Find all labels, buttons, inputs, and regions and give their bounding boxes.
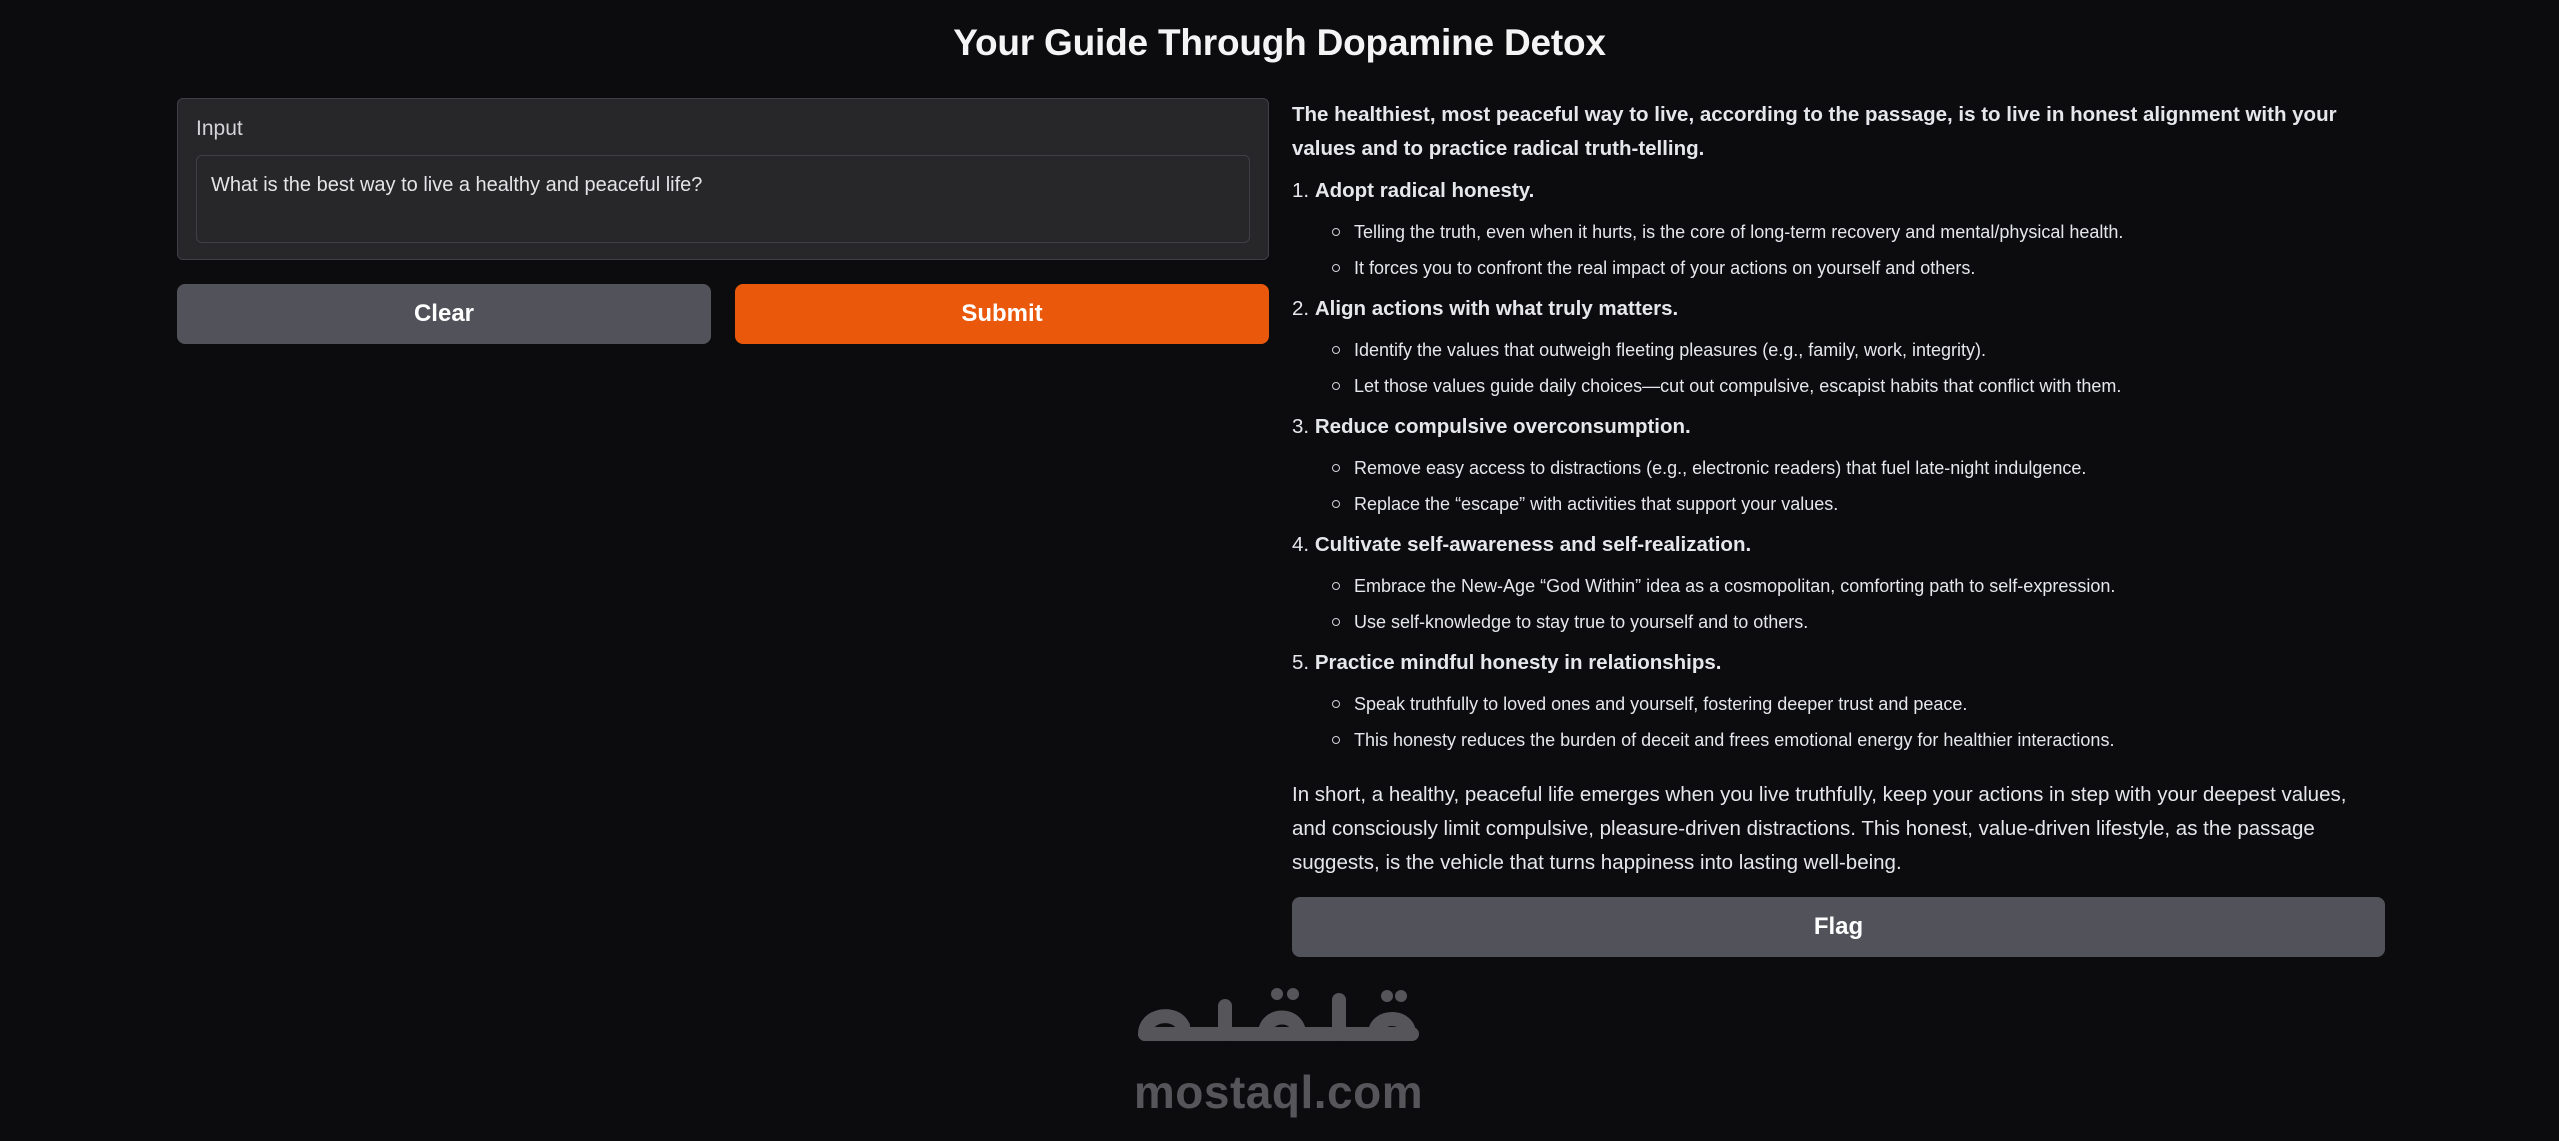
submit-button[interactable]: Submit	[735, 284, 1269, 344]
answer-step: 5. Practice mindful honesty in relations…	[1292, 646, 2384, 758]
answer-step: 4. Cultivate self-awareness and self-rea…	[1292, 528, 2384, 640]
clear-button[interactable]: Clear	[177, 284, 711, 344]
step-bullet-list: Identify the values that outweigh fleeti…	[1332, 332, 2384, 404]
answer-steps: 1. Adopt radical honesty. Telling the tru…	[1292, 174, 2384, 758]
answer-step: 2. Align actions with what truly matters…	[1292, 292, 2384, 404]
input-panel: Input What is the best way to live a hea…	[177, 98, 1269, 260]
answer-intro: The healthiest, most peaceful way to liv…	[1292, 103, 2337, 160]
step-title: Adopt radical honesty.	[1314, 179, 1535, 202]
step-title: Practice mindful honesty in relationship…	[1314, 651, 1722, 674]
flag-button[interactable]: Flag	[1292, 897, 2385, 957]
step-bullet: Replace the “escape” with activities tha…	[1332, 486, 2384, 522]
page-title: Your Guide Through Dopamine Detox	[953, 22, 1606, 63]
answer-output: The healthiest, most peaceful way to liv…	[1292, 98, 2384, 880]
input-label: Input	[196, 117, 243, 140]
answer-step: 1. Adopt radical honesty. Telling the tru…	[1292, 174, 2384, 286]
step-number: 5.	[1292, 651, 1310, 674]
step-bullet: Let those values guide daily choices—cut…	[1332, 368, 2384, 404]
step-bullet: Remove easy access to distractions (e.g.…	[1332, 450, 2384, 486]
step-number: 4.	[1292, 533, 1310, 556]
question-input[interactable]: What is the best way to live a healthy a…	[196, 155, 1250, 243]
step-heading: 3. Reduce compulsive overconsumption.	[1292, 410, 2384, 444]
step-bullet: It forces you to confront the real impac…	[1332, 250, 2384, 286]
arabic-wordmark-logo	[1138, 988, 1419, 1041]
answer-summary: In short, a healthy, peaceful life emerg…	[1292, 783, 2347, 874]
watermark-latin: mostaql.com	[1133, 1066, 1424, 1118]
step-heading: 2. Align actions with what truly matters…	[1292, 292, 2384, 326]
step-bullet-list: Telling the truth, even when it hurts, i…	[1332, 214, 2384, 286]
step-bullet-list: Speak truthfully to loved ones and yours…	[1332, 686, 2384, 758]
step-bullet: Telling the truth, even when it hurts, i…	[1332, 214, 2384, 250]
step-bullet: Embrace the New-Age “God Within” idea as…	[1332, 568, 2384, 604]
answer-step: 3. Reduce compulsive overconsumption. Rem…	[1292, 410, 2384, 522]
step-bullet-list: Embrace the New-Age “God Within” idea as…	[1332, 568, 2384, 640]
step-bullet: Use self-knowledge to stay true to yours…	[1332, 604, 2384, 640]
step-number: 1.	[1292, 179, 1310, 202]
step-number: 3.	[1292, 415, 1310, 438]
mostaql-watermark-logo: mostaql.com	[1127, 976, 1430, 1121]
step-title: Cultivate self-awareness and self-realiz…	[1314, 533, 1752, 556]
step-title: Align actions with what truly matters.	[1314, 297, 1679, 320]
step-bullet: This honesty reduces the burden of decei…	[1332, 722, 2384, 758]
app-page: Your Guide Through Dopamine Detox Input …	[0, 0, 2559, 1141]
step-bullet-list: Remove easy access to distractions (e.g.…	[1332, 450, 2384, 522]
step-bullet: Identify the values that outweigh fleeti…	[1332, 332, 2384, 368]
step-heading: 4. Cultivate self-awareness and self-rea…	[1292, 528, 2384, 562]
step-title: Reduce compulsive overconsumption.	[1314, 415, 1691, 438]
step-number: 2.	[1292, 297, 1310, 320]
step-heading: 1. Adopt radical honesty.	[1292, 174, 2384, 208]
step-heading: 5. Practice mindful honesty in relations…	[1292, 646, 2384, 680]
step-bullet: Speak truthfully to loved ones and yours…	[1332, 686, 2384, 722]
